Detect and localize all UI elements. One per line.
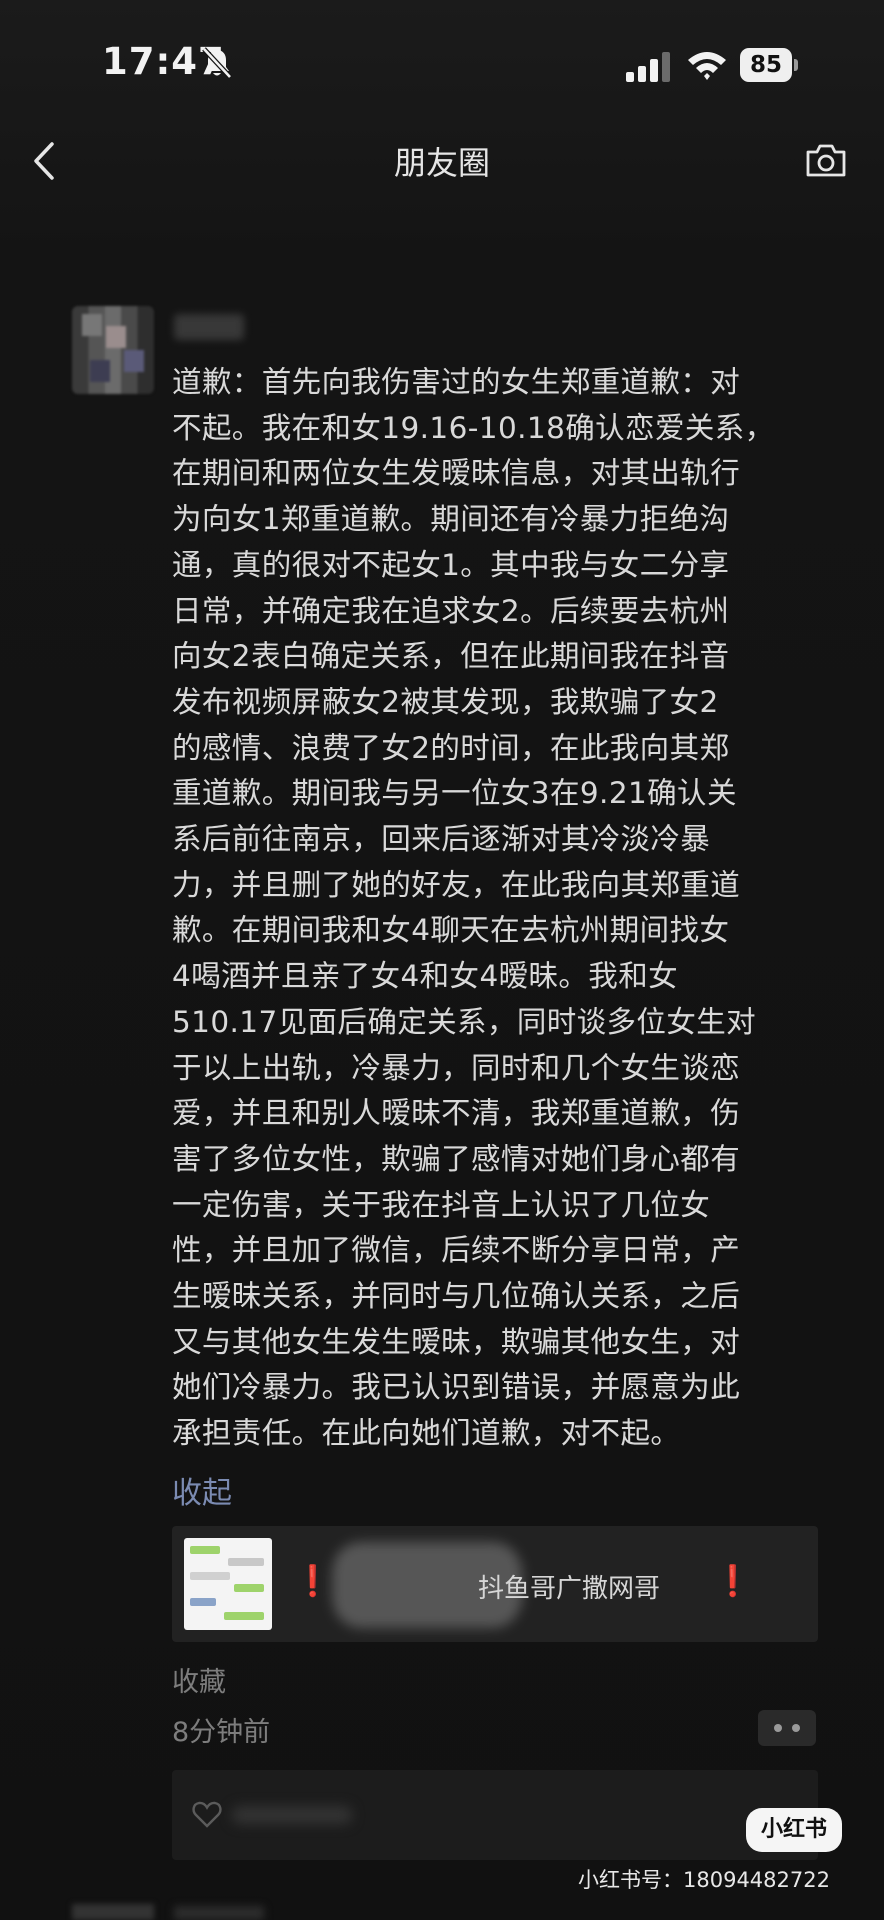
post-text-line: 一定伤害，关于我在抖音上认识了几位女 [172, 1187, 711, 1222]
post-timestamp: 8分钟前 [172, 1717, 271, 1748]
battery-level: 85 [740, 48, 792, 82]
more-options-button[interactable] [758, 1710, 816, 1746]
heart-icon [192, 1801, 222, 1828]
post-text-line: 害了多位女性，欺骗了感情对她们身心都有 [172, 1141, 741, 1176]
post-body: 道歉：首先向我伤害过的女生郑重道歉：对 不起。我在和女19.16-10.18确认恋… [172, 360, 822, 1457]
battery-indicator: 85 [740, 48, 798, 82]
avatar-pixel [106, 326, 126, 348]
username-redacted [174, 314, 244, 340]
status-bar: 17:47 85 [0, 0, 884, 130]
post-text-line: 在期间和两位女生发暧昧信息，对其出轨行 [172, 456, 741, 491]
share-title: 抖鱼哥广撒网哥 [478, 1574, 661, 1604]
post-text-line: 道歉：首先向我伤害过的女生郑重道歉：对 [172, 365, 741, 399]
post-text-line: 4喝酒并且亲了女4和女4暧昧。我和女 [172, 959, 679, 994]
moments-screen: 17:47 85 朋友圈 道歉：首先向我伤害过的女生郑重道歉：对 不起。我在和女… [0, 0, 884, 1920]
shared-link-card[interactable]: ❗ 抖鱼哥广撒网哥 ❗ [172, 1526, 818, 1642]
exclamation-icon: ❗ [294, 1564, 332, 1599]
thumb-bubble [224, 1612, 264, 1620]
post-text-line: 510.17见面后确定关系，同时谈多位女生对 [172, 1004, 757, 1039]
next-post-avatar [72, 1904, 154, 1920]
post-text-line: 于以上出轨，冷暴力，同时和几个女生谈恋 [172, 1050, 741, 1085]
exclamation-icon: ❗ [714, 1564, 752, 1599]
thumb-bubble [228, 1558, 264, 1566]
thumb-bubble [234, 1584, 264, 1592]
post-text-line: 通，真的很对不起女1。其中我与女二分享 [172, 547, 730, 582]
post-text-line: 她们冷暴力。我已认识到错误，并愿意为此 [172, 1370, 741, 1405]
post-text-line: 系后前往南京，回来后逐渐对其冷淡冷暴 [172, 822, 711, 857]
xiaohongshu-badge: 小红书 [746, 1808, 842, 1852]
thumb-bubble [190, 1546, 220, 1554]
post-text-line: 力，并且删了她的好友，在此我向其郑重道 [172, 867, 741, 902]
xiaohongshu-id: 小红书号：18094482722 [578, 1868, 830, 1892]
post-text-line: 歉。在期间我和女4聊天在去杭州期间找女 [172, 913, 730, 948]
camera-icon[interactable] [804, 140, 848, 180]
post-text-line: 向女2表白确定关系，但在此期间我在抖音 [172, 639, 730, 674]
post-text-line: 不起。我在和女19.16-10.18确认恋爱关系， [172, 410, 775, 445]
post-text-line: 又与其他女生发生暧昧，欺骗其他女生，对 [172, 1324, 741, 1359]
post-text-line: 为向女1郑重道歉。期间还有冷暴力拒绝沟 [172, 502, 730, 537]
favorite-label: 收藏 [172, 1667, 226, 1698]
battery-tip [794, 59, 798, 71]
avatar[interactable] [72, 306, 154, 394]
more-dot-icon [774, 1724, 782, 1732]
avatar-pixel [82, 314, 102, 336]
page-title: 朋友圈 [393, 144, 490, 182]
likes-redacted [232, 1806, 352, 1824]
bell-muted-icon [202, 47, 232, 79]
wifi-icon [688, 52, 726, 80]
post-text-line: 生暧昧关系，并同时与几位确认关系，之后 [172, 1279, 741, 1314]
post-text-line: 重道歉。期间我与另一位女3在9.21确认关 [172, 776, 737, 811]
thumb-bubble [190, 1598, 216, 1606]
avatar-pixel [90, 360, 110, 382]
next-post-username [174, 1906, 264, 1920]
share-thumbnail [184, 1538, 272, 1630]
post-text-line: 的感情、浪费了女2的时间，在此我向其郑 [172, 730, 730, 765]
collapse-link[interactable]: 收起 [172, 1468, 232, 1512]
thumb-bubble [190, 1572, 230, 1580]
post-text-line: 发布视频屏蔽女2被其发现，我欺骗了女2 [172, 684, 719, 719]
post-text-line: 日常，并确定我在追求女2。后续要去杭州 [172, 593, 730, 628]
post-text-line: 爱，并且和别人暧昧不清，我郑重道歉，伤 [172, 1096, 741, 1131]
avatar-pixel [124, 350, 144, 372]
signal-icon [626, 52, 670, 82]
likes-panel [172, 1770, 818, 1860]
post-text-line: 性，并且加了微信，后续不断分享日常，产 [172, 1233, 741, 1268]
nav-bar: 朋友圈 [0, 130, 884, 230]
post-text-line: 承担责任。在此向她们道歉，对不起。 [172, 1416, 681, 1451]
more-dot-icon [792, 1724, 800, 1732]
